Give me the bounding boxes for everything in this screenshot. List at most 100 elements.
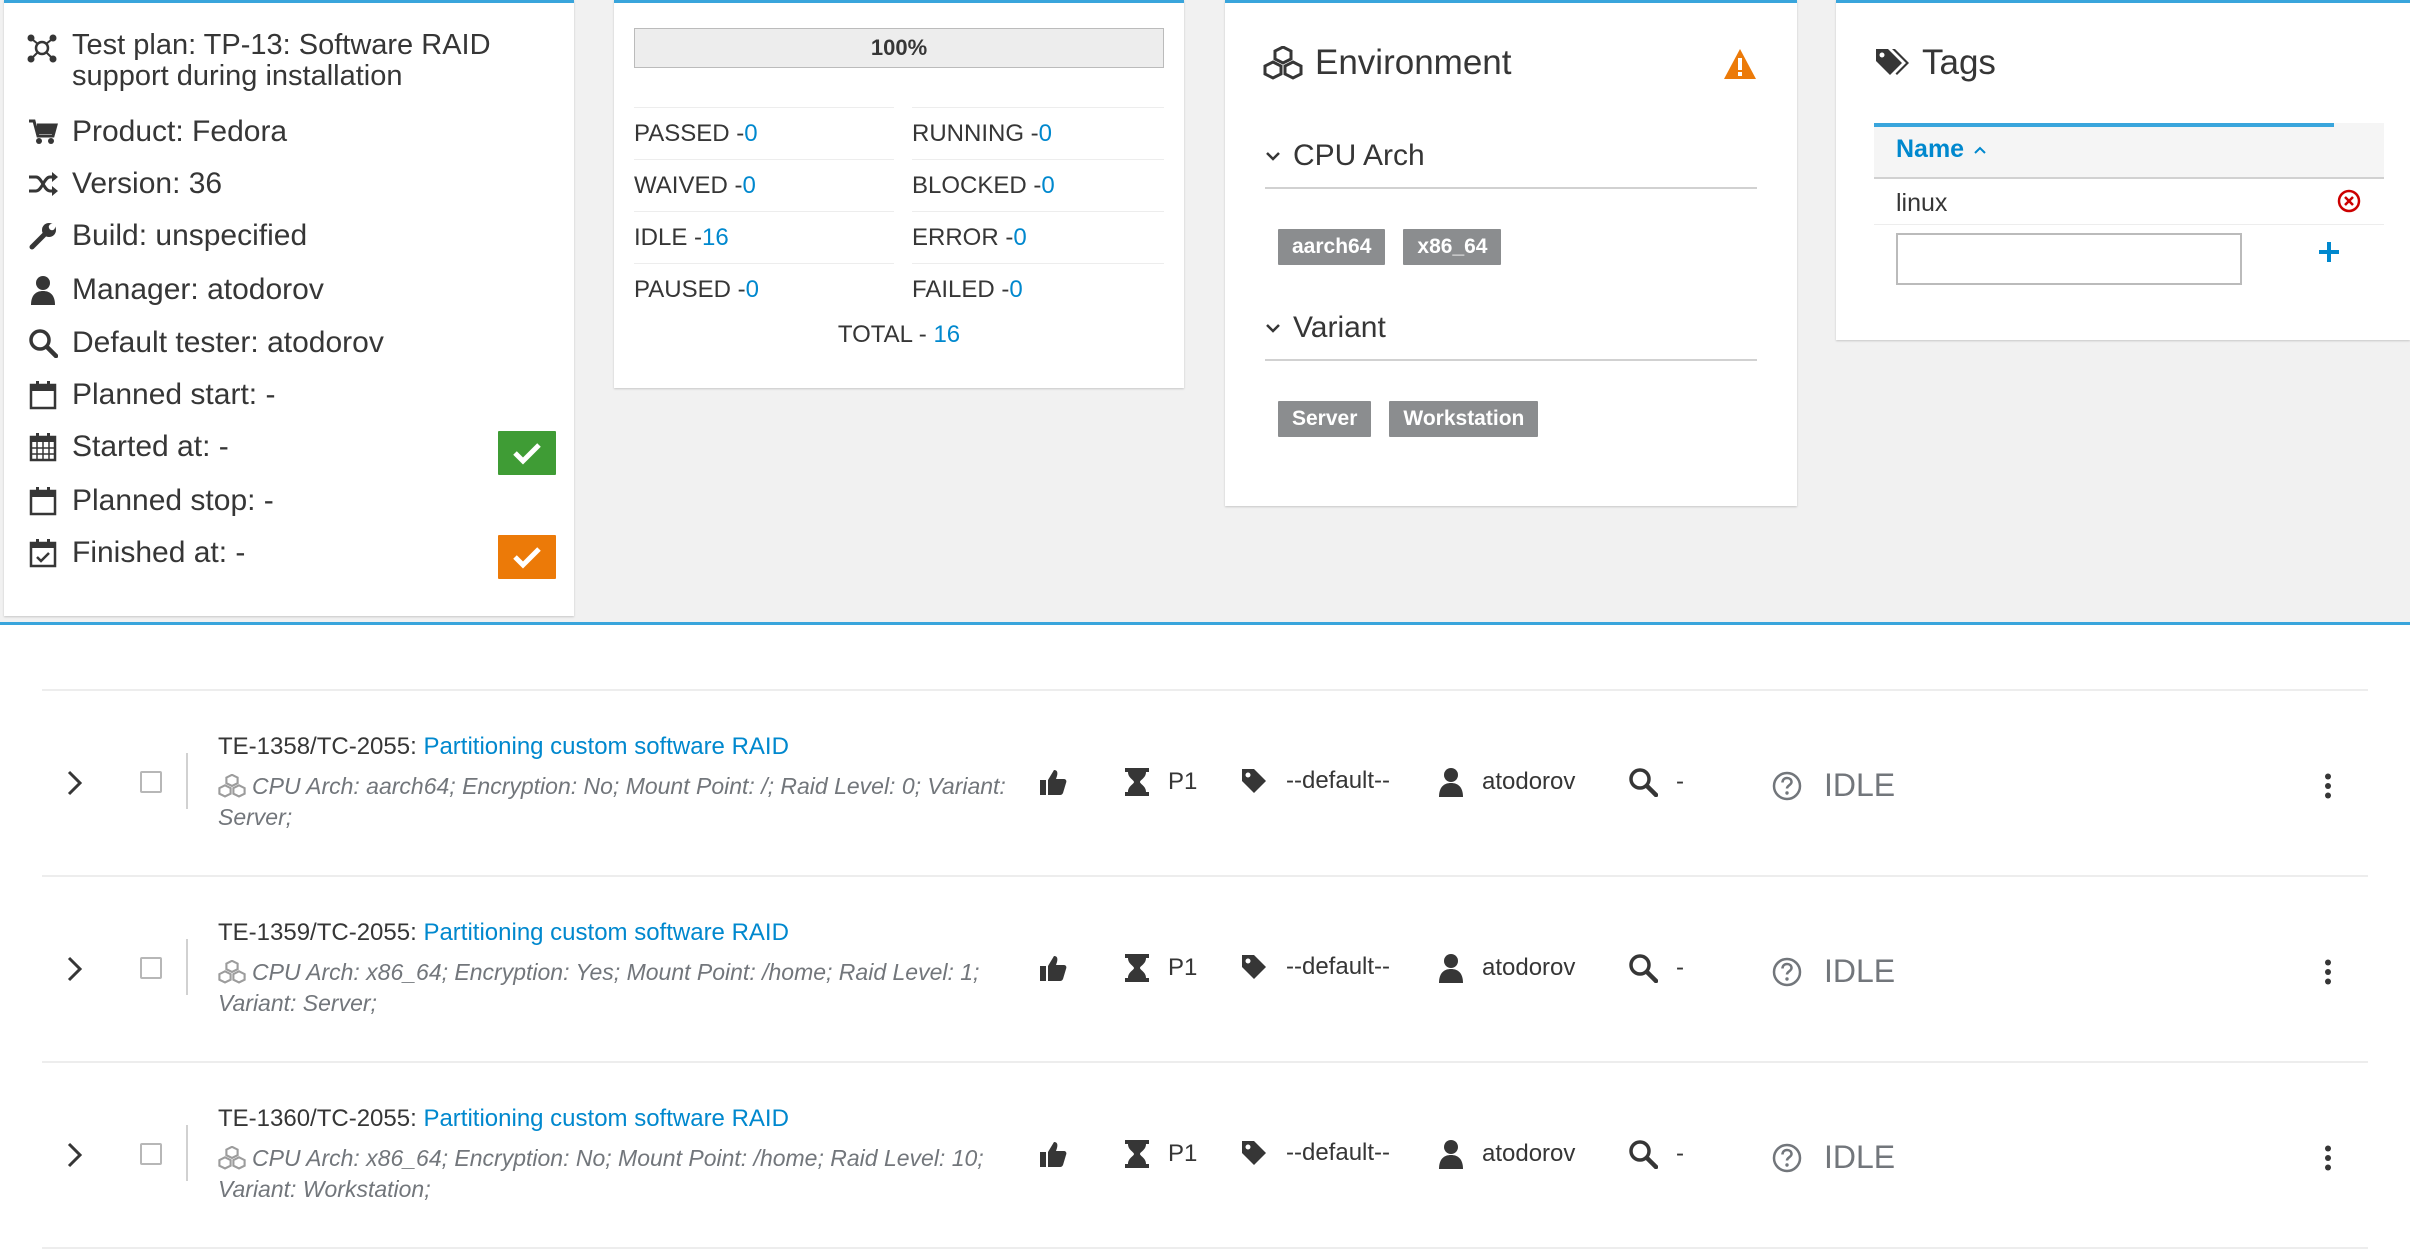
calendar-icon — [29, 487, 57, 516]
stat-paused: PAUSED - 0 — [634, 263, 894, 315]
hourglass-icon — [1125, 1140, 1149, 1168]
env-section-variant[interactable]: Variant — [1265, 311, 1757, 361]
sort-asc-icon — [1974, 146, 1986, 154]
stat-running: RUNNING - 0 — [912, 107, 1164, 159]
stat-paused-link[interactable]: 0 — [746, 276, 759, 304]
stat-waived: WAIVED - 0 — [634, 159, 894, 211]
cart-icon — [29, 119, 58, 144]
assignee: atodorov — [1438, 1139, 1575, 1169]
env-tag: Server — [1278, 401, 1372, 437]
calendar-grid-icon — [29, 433, 57, 462]
category: --default-- — [1240, 767, 1390, 795]
execution-row: TE-1360/TC-2055: Partitioning custom sof… — [42, 1061, 2368, 1247]
sort-by-name[interactable]: Name — [1896, 135, 1986, 164]
hourglass-icon — [1125, 768, 1149, 796]
test-executions-list: TE-1358/TC-2055: Partitioning custom sof… — [0, 622, 2410, 1251]
user-icon — [31, 276, 55, 305]
tag-input[interactable] — [1896, 233, 2242, 285]
plan-product: Product: Fedora — [26, 112, 287, 152]
calendar-icon — [29, 381, 57, 410]
calendar-check-icon — [29, 539, 57, 568]
execution-properties: CPU Arch: x86_64; Encryption: No; Mount … — [218, 1145, 984, 1202]
tester: - — [1628, 767, 1684, 797]
priority: P1 — [1124, 953, 1197, 983]
execution-properties: CPU Arch: x86_64; Encryption: Yes; Mount… — [218, 959, 980, 1016]
stat-passed-link[interactable]: 0 — [744, 120, 757, 148]
progress-label: 100% — [870, 35, 928, 60]
wrench-icon — [29, 223, 56, 250]
plan-build: Build: unspecified — [26, 216, 307, 256]
kebab-menu-icon[interactable] — [2324, 1145, 2332, 1171]
search-icon — [1629, 768, 1658, 797]
expand-chevron-icon[interactable] — [66, 1141, 84, 1169]
execution-row: TE-1358/TC-2055: Partitioning custom sof… — [42, 689, 2368, 875]
row-checkbox[interactable] — [140, 957, 162, 979]
stat-failed-link[interactable]: 0 — [1009, 276, 1022, 304]
stat-waived-link[interactable]: 0 — [742, 172, 755, 200]
tag-name: linux — [1896, 189, 1948, 217]
execution-title: TE-1360/TC-2055: Partitioning custom sof… — [218, 1105, 789, 1132]
add-tag-icon[interactable] — [2316, 239, 2342, 265]
stat-running-link[interactable]: 0 — [1039, 120, 1052, 148]
question-circle-icon — [1772, 957, 1802, 986]
user-icon — [1439, 954, 1463, 983]
stat-total-link[interactable]: 16 — [933, 321, 960, 348]
random-icon — [29, 172, 58, 196]
user-icon — [1439, 1140, 1463, 1169]
tester: - — [1628, 953, 1684, 983]
progress-bar: 100% — [634, 28, 1164, 68]
tags-header: Tags — [1874, 43, 1996, 83]
stats-left-column: PASSED - 0 WAIVED - 0 IDLE - 16 PAUSED -… — [634, 107, 894, 315]
env-values-variant: Server Workstation — [1278, 401, 1539, 437]
check-icon — [513, 443, 541, 465]
env-section-cpu-arch[interactable]: CPU Arch — [1265, 139, 1757, 189]
assignee: atodorov — [1438, 953, 1575, 983]
finish-run-button[interactable] — [498, 535, 556, 579]
env-tag: Workstation — [1389, 401, 1539, 437]
execution-title: TE-1358/TC-2055: Partitioning custom sof… — [218, 733, 789, 760]
expand-chevron-icon[interactable] — [66, 769, 84, 797]
stat-failed: FAILED - 0 — [912, 263, 1164, 315]
test-case-link[interactable]: Partitioning custom software RAID — [423, 1105, 788, 1132]
assignee: atodorov — [1438, 767, 1575, 797]
plan-manager: Manager: atodorov — [26, 270, 324, 310]
stat-error-link[interactable]: 0 — [1013, 224, 1026, 252]
thumbs-up-icon — [1038, 1139, 1068, 1169]
search-icon — [1629, 1140, 1658, 1169]
stat-error: ERROR - 0 — [912, 211, 1164, 263]
stat-idle: IDLE - 16 — [634, 211, 894, 263]
environment-card: Environment CPU Arch aarch64 x86_64 Vari… — [1225, 0, 1797, 506]
tags-table-header: Name — [1874, 123, 2384, 179]
test-case-link[interactable]: Partitioning custom software RAID — [423, 919, 788, 946]
start-run-button[interactable] — [498, 431, 556, 475]
execution-status: IDLE — [1772, 767, 1895, 804]
env-tag: x86_64 — [1403, 229, 1502, 265]
remove-tag-icon[interactable] — [2336, 188, 2362, 214]
plan-default-tester: Default tester: atodorov — [26, 323, 384, 363]
check-icon — [513, 547, 541, 569]
category: --default-- — [1240, 1139, 1390, 1167]
warning-triangle-icon[interactable] — [1723, 48, 1757, 80]
tester: - — [1628, 1139, 1684, 1169]
tag-row: linux — [1874, 181, 2384, 225]
kebab-menu-icon[interactable] — [2324, 959, 2332, 985]
tag-icon — [1242, 955, 1266, 979]
tags-icon — [1876, 49, 1909, 75]
stat-idle-link[interactable]: 16 — [702, 224, 729, 252]
stat-total: TOTAL - 16 — [837, 321, 961, 348]
row-checkbox[interactable] — [140, 771, 162, 793]
stat-blocked-link[interactable]: 0 — [1041, 172, 1054, 200]
stat-passed: PASSED - 0 — [634, 107, 894, 159]
plan-started-at: Started at: - — [26, 427, 229, 467]
question-circle-icon — [1772, 771, 1802, 800]
cubes-icon — [218, 960, 246, 984]
kebab-menu-icon[interactable] — [2324, 773, 2332, 799]
test-case-link[interactable]: Partitioning custom software RAID — [423, 733, 788, 760]
plan-title: Test plan: TP-13: Software RAID support … — [26, 30, 546, 92]
chevron-down-icon — [1266, 152, 1280, 161]
row-checkbox[interactable] — [140, 1143, 162, 1165]
plan-planned-start: Planned start: - — [26, 375, 275, 415]
environment-header: Environment — [1263, 43, 1511, 83]
priority: P1 — [1124, 767, 1197, 797]
expand-chevron-icon[interactable] — [66, 955, 84, 983]
